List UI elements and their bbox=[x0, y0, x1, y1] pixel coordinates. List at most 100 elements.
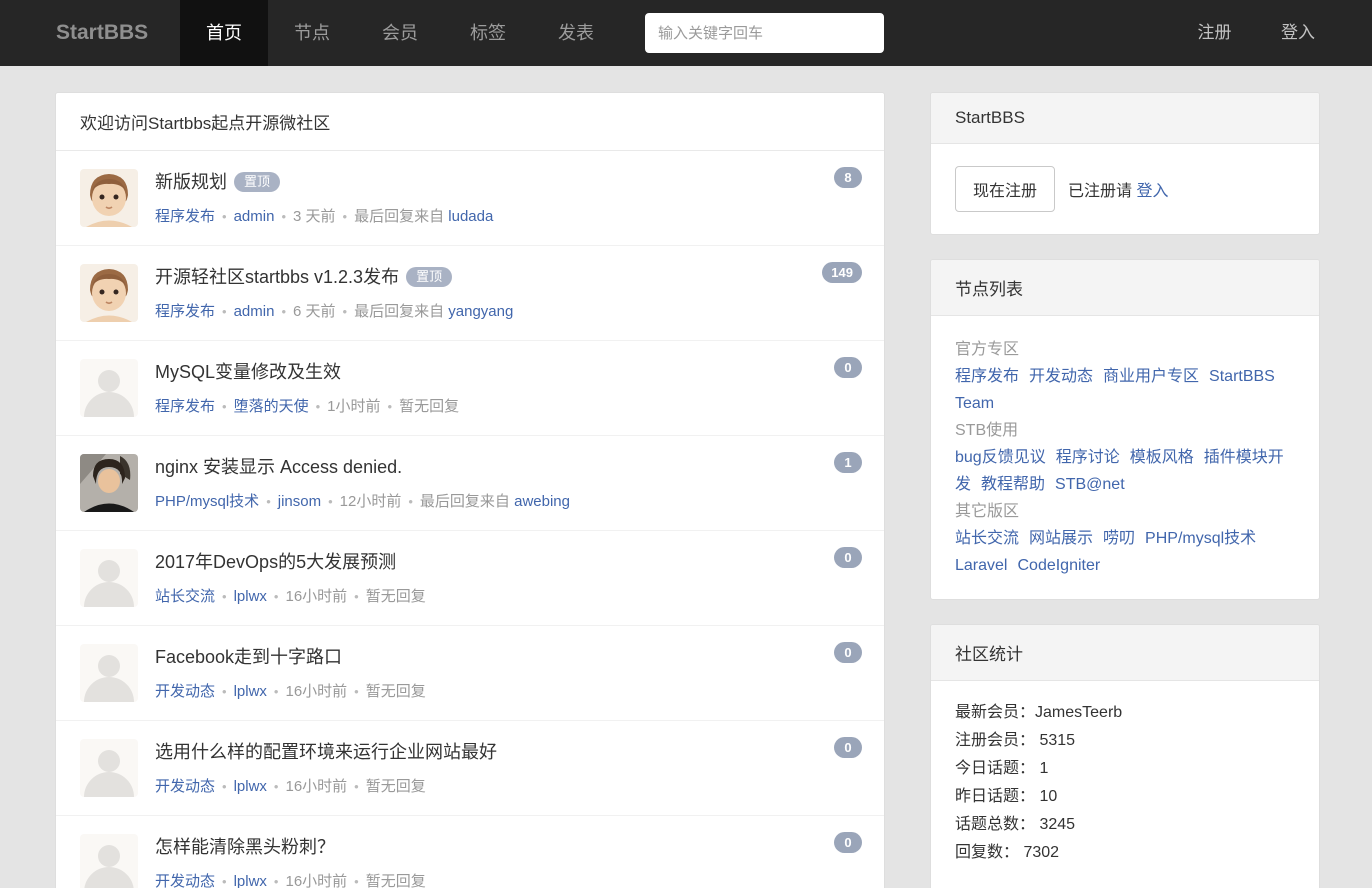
last-reply-user-link[interactable]: awebing bbox=[514, 493, 570, 510]
node-link[interactable]: STB@net bbox=[1055, 476, 1125, 493]
meta-separator: • bbox=[354, 589, 359, 604]
topic-title[interactable]: 新版规划 bbox=[155, 172, 227, 192]
topic-time: 16小时前 bbox=[285, 683, 347, 700]
no-reply-label: 暂无回复 bbox=[366, 588, 426, 605]
topic-row: 2017年DevOps的5大发展预测 站长交流•lplwx•16小时前•暂无回复… bbox=[56, 531, 884, 626]
meta-separator: • bbox=[281, 304, 286, 319]
reply-count-badge: 0 bbox=[834, 737, 862, 758]
node-link[interactable]: 唠叨 bbox=[1103, 530, 1135, 547]
topic-time: 16小时前 bbox=[285, 873, 347, 888]
meta-separator: • bbox=[266, 494, 271, 509]
about-panel-title: StartBBS bbox=[931, 93, 1319, 144]
no-reply-label: 暂无回复 bbox=[366, 778, 426, 795]
topic-author-link[interactable]: 堕落的天使 bbox=[234, 398, 309, 415]
topic-node-link[interactable]: 程序发布 bbox=[155, 398, 215, 415]
node-link[interactable]: 站长交流 bbox=[955, 530, 1019, 547]
node-link[interactable]: 网站展示 bbox=[1029, 530, 1093, 547]
topic-time: 6 天前 bbox=[293, 303, 336, 320]
stats-panel-title: 社区统计 bbox=[931, 625, 1319, 681]
topic-title[interactable]: 开源轻社区startbbs v1.2.3发布 bbox=[155, 267, 399, 287]
topic-node-link[interactable]: 程序发布 bbox=[155, 208, 215, 225]
stat-newest-member: 最新会员：JamesTeerb bbox=[955, 699, 1295, 727]
sidebar-login-link[interactable]: 登入 bbox=[1136, 183, 1168, 200]
meta-separator: • bbox=[343, 304, 348, 319]
stat-total-topics: 话题总数： 3245 bbox=[955, 811, 1295, 839]
topic-node-link[interactable]: 程序发布 bbox=[155, 303, 215, 320]
reply-count-badge: 149 bbox=[822, 262, 862, 283]
topic-title[interactable]: MySQL变量修改及生效 bbox=[155, 362, 341, 382]
topic-title[interactable]: 2017年DevOps的5大发展预测 bbox=[155, 552, 396, 572]
navbar-register-link[interactable]: 注册 bbox=[1198, 23, 1232, 42]
topic-row: nginx 安装显示 Access denied. PHP/mysql技术 • ji… bbox=[56, 436, 884, 531]
node-link[interactable]: CodeIgniter bbox=[1017, 557, 1100, 574]
topic-title[interactable]: nginx 安装显示 Access denied. bbox=[155, 457, 402, 477]
topic-author-link[interactable]: jinsom bbox=[278, 493, 321, 510]
topic-author-link[interactable]: lplwx bbox=[234, 873, 267, 888]
node-link[interactable]: 教程帮助 bbox=[981, 476, 1045, 493]
pinned-badge: 置顶 bbox=[406, 267, 452, 287]
meta-separator: • bbox=[222, 304, 227, 319]
default-avatar[interactable] bbox=[80, 644, 138, 702]
nav-item-home[interactable]: 首页 bbox=[180, 0, 268, 66]
meta-separator: • bbox=[222, 684, 227, 699]
register-now-button[interactable]: 现在注册 bbox=[955, 166, 1055, 212]
search-input[interactable] bbox=[645, 13, 884, 53]
topic-node-link[interactable]: 开发动态 bbox=[155, 778, 215, 795]
nav-item-members[interactable]: 会员 bbox=[356, 0, 444, 66]
default-avatar[interactable] bbox=[80, 549, 138, 607]
last-reply-user-link[interactable]: ludada bbox=[448, 208, 493, 225]
default-avatar[interactable] bbox=[80, 834, 138, 888]
node-list-title: 节点列表 bbox=[931, 260, 1319, 316]
meta-separator: • bbox=[222, 209, 227, 224]
stat-topics-yesterday: 昨日话题： 10 bbox=[955, 783, 1295, 811]
topic-author-link[interactable]: lplwx bbox=[234, 588, 267, 605]
topic-node-link[interactable]: 开发动态 bbox=[155, 873, 215, 888]
node-link[interactable]: 模板风格 bbox=[1130, 449, 1194, 466]
topic-node-link[interactable]: 开发动态 bbox=[155, 683, 215, 700]
topic-author-link[interactable]: admin bbox=[234, 303, 275, 320]
meta-separator: • bbox=[408, 494, 413, 509]
reply-count-badge: 0 bbox=[834, 357, 862, 378]
nav-item-tags[interactable]: 标签 bbox=[444, 0, 532, 66]
meta-separator: • bbox=[222, 874, 227, 888]
nav-item-nodes[interactable]: 节点 bbox=[268, 0, 356, 66]
site-logo[interactable]: StartBBS bbox=[0, 0, 165, 66]
man-photo-avatar[interactable] bbox=[80, 454, 138, 512]
main-nav: 首页 节点 会员 标签 发表 bbox=[180, 0, 620, 66]
meta-separator: • bbox=[222, 399, 227, 414]
topic-author-link[interactable]: admin bbox=[234, 208, 275, 225]
topic-list-panel: 欢迎访问Startbbs起点开源微社区 新版规划置顶 程序发布•admin•3 … bbox=[55, 92, 885, 888]
topic-node-link[interactable]: PHP/mysql技术 bbox=[155, 493, 259, 510]
registered-hint: 已注册请 bbox=[1068, 183, 1132, 200]
node-link[interactable]: PHP/mysql技术 bbox=[1145, 530, 1256, 547]
topic-title[interactable]: 选用什么样的配置环境来运行企业网站最好 bbox=[155, 742, 497, 762]
default-avatar[interactable] bbox=[80, 739, 138, 797]
topic-title[interactable]: 怎样能清除黑头粉刺？ bbox=[155, 837, 335, 857]
last-reply-user-link[interactable]: yangyang bbox=[448, 303, 513, 320]
topic-time: 16小时前 bbox=[285, 588, 347, 605]
topic-row: 新版规划置顶 程序发布•admin•3 天前•最后回复来自 ludada 8 bbox=[56, 151, 884, 246]
node-link[interactable]: bug反馈见议 bbox=[955, 449, 1046, 466]
node-link[interactable]: 商业用户专区 bbox=[1103, 368, 1199, 385]
nav-item-post[interactable]: 发表 bbox=[532, 0, 620, 66]
node-category: STB使用 bbox=[955, 417, 1295, 444]
topic-author-link[interactable]: lplwx bbox=[234, 683, 267, 700]
meta-separator: • bbox=[274, 684, 279, 699]
baby-photo-avatar[interactable] bbox=[80, 264, 138, 322]
meta-separator: • bbox=[274, 779, 279, 794]
node-link[interactable]: 开发动态 bbox=[1029, 368, 1093, 385]
navbar-login-link[interactable]: 登入 bbox=[1281, 23, 1315, 42]
baby-photo-avatar[interactable] bbox=[80, 169, 138, 227]
node-link[interactable]: 程序发布 bbox=[955, 368, 1019, 385]
meta-separator: • bbox=[343, 209, 348, 224]
topic-author-link[interactable]: lplwx bbox=[234, 778, 267, 795]
default-avatar[interactable] bbox=[80, 359, 138, 417]
node-link[interactable]: 程序讨论 bbox=[1056, 449, 1120, 466]
topic-node-link[interactable]: 站长交流 bbox=[155, 588, 215, 605]
topic-title[interactable]: Facebook走到十字路口 bbox=[155, 647, 342, 667]
reply-count-badge: 8 bbox=[834, 167, 862, 188]
node-link[interactable]: Laravel bbox=[955, 557, 1007, 574]
node-list-panel: 节点列表 官方专区 程序发布开发动态商业用户专区StartBBS Team ST… bbox=[930, 259, 1320, 600]
meta-separator: • bbox=[316, 399, 321, 414]
no-reply-label: 暂无回复 bbox=[399, 398, 459, 415]
